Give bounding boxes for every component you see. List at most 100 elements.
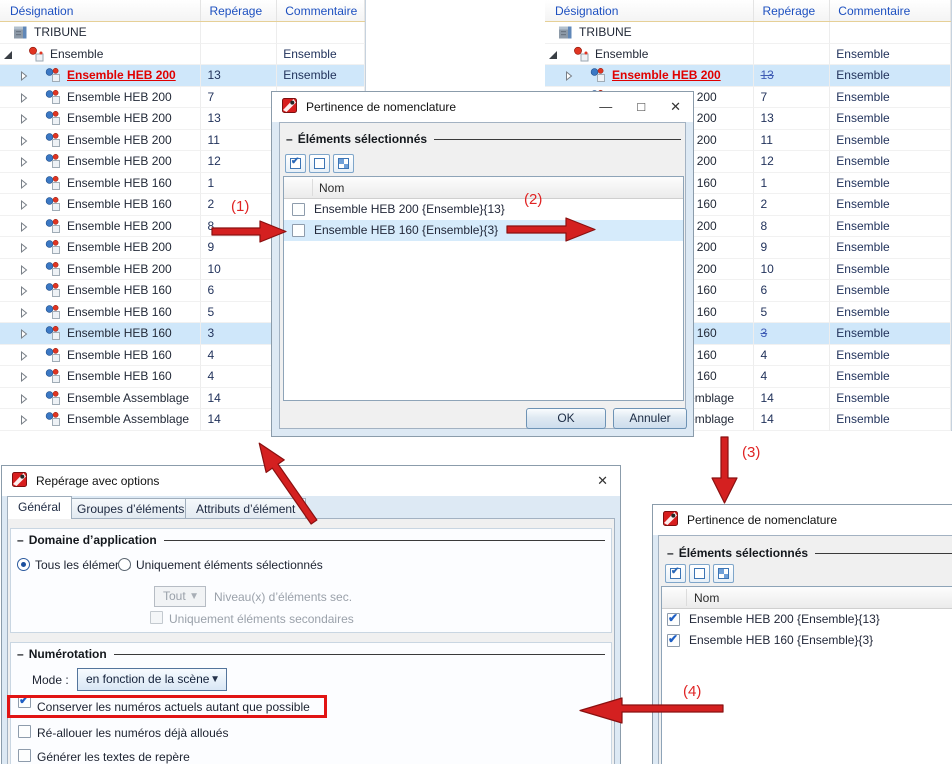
commentaire-value: Ensemble: [836, 347, 890, 362]
expand-icon[interactable]: [20, 285, 28, 300]
column-header[interactable]: Désignation: [545, 0, 755, 21]
radio-tous-les-elements[interactable]: [17, 558, 30, 571]
check-all-button[interactable]: [665, 564, 686, 583]
designation-label: Ensemble: [595, 46, 649, 61]
designation-label: Ensemble HEB 160: [67, 326, 172, 340]
reperage-value: 10: [760, 261, 774, 276]
expand-icon[interactable]: [20, 242, 28, 257]
collapse-icon[interactable]: [3, 49, 13, 63]
ensemble-icon: [45, 282, 62, 301]
table-row[interactable]: TRIBUNE: [545, 22, 951, 44]
tab-groupes-elements[interactable]: Groupes d’éléments: [66, 498, 196, 518]
dialog-titlebar[interactable]: Pertinence de nomenclature: [653, 505, 952, 535]
item-checkbox[interactable]: [292, 224, 305, 237]
reperage-value: 5: [207, 304, 215, 319]
list-item[interactable]: Ensemble HEB 160 {Ensemble}{3}: [662, 630, 952, 651]
minimize-icon[interactable]: —: [599, 99, 612, 115]
reperage-value: 3: [207, 326, 215, 340]
group-numerotation: – Numérotation Mode : en fonction de la …: [7, 642, 612, 764]
reperage-value: 7: [207, 89, 215, 104]
expand-icon[interactable]: [20, 113, 28, 128]
item-checkbox[interactable]: [667, 632, 680, 647]
column-header[interactable]: Commentaire: [830, 0, 951, 21]
checkbox-generer-textes[interactable]: [18, 749, 31, 762]
tree-header: Désignation Repérage Commentaire: [0, 0, 365, 22]
uncheck-all-button[interactable]: [309, 154, 330, 173]
dialog-titlebar[interactable]: Pertinence de nomenclature — □ ✕: [272, 92, 693, 122]
uncheck-all-button[interactable]: [689, 564, 710, 583]
item-checkbox[interactable]: [667, 611, 680, 626]
radio-uniquement-selectionnes[interactable]: [118, 558, 131, 571]
column-header[interactable]: Désignation: [0, 0, 202, 21]
tab-attributs-element[interactable]: Attributs d’élément: [185, 498, 307, 518]
checkbox-label: Générer les textes de repère: [37, 750, 190, 764]
table-row[interactable]: Ensemble HEB 200 13 Ensemble: [0, 65, 366, 87]
reperage-value: 13: [760, 111, 774, 125]
screenshot-canvas: Désignation Repérage Commentaire TRIBUNE Ens…: [0, 0, 952, 764]
invert-selection-button[interactable]: [333, 154, 354, 173]
expand-icon[interactable]: [20, 350, 28, 365]
table-row[interactable]: Ensemble Ensemble: [0, 43, 366, 65]
expand-icon[interactable]: [20, 264, 28, 279]
reperage-value: 12: [760, 154, 774, 168]
collapse-icon[interactable]: [548, 49, 558, 63]
commentaire-value: Ensemble: [836, 89, 890, 104]
expand-icon[interactable]: [20, 156, 28, 171]
list-header[interactable]: Nom: [662, 587, 952, 609]
commentaire-value: Ensemble: [836, 304, 890, 319]
checkbox-reallouer-numeros[interactable]: [18, 725, 31, 738]
commentaire-value: Ensemble: [283, 68, 337, 82]
column-header[interactable]: Repérage: [754, 0, 831, 21]
dialog-titlebar[interactable]: Repérage avec options ✕: [2, 466, 620, 496]
column-header[interactable]: Commentaire: [277, 0, 365, 21]
ok-button[interactable]: OK: [526, 408, 606, 429]
list-item[interactable]: Ensemble HEB 200 {Ensemble}{13}: [662, 609, 952, 630]
list-item[interactable]: Ensemble HEB 200 {Ensemble}{13}: [284, 199, 683, 220]
expand-icon[interactable]: [20, 70, 28, 85]
ensemble-root-icon: [573, 46, 590, 65]
close-icon[interactable]: ✕: [597, 473, 608, 489]
item-checkbox[interactable]: [292, 203, 305, 216]
expand-icon[interactable]: [20, 328, 28, 343]
expand-icon[interactable]: [20, 178, 28, 193]
ensemble-icon: [45, 411, 62, 430]
check-all-button[interactable]: [285, 154, 306, 173]
maximize-icon[interactable]: □: [637, 99, 645, 115]
expand-icon[interactable]: [20, 414, 28, 429]
cancel-button[interactable]: Annuler: [613, 408, 687, 429]
column-header[interactable]: Repérage: [201, 0, 278, 21]
annotation-label-2: (2): [524, 191, 543, 208]
designation-link[interactable]: Ensemble HEB 200: [612, 65, 721, 86]
group-title: Éléments sélectionnés: [297, 132, 428, 146]
table-row[interactable]: Ensemble HEB 200 13 Ensemble: [545, 65, 951, 87]
designation-label: Ensemble HEB 160: [67, 283, 172, 297]
expand-icon[interactable]: [20, 135, 28, 150]
designation-label: Ensemble HEB 200: [67, 261, 172, 276]
expand-icon[interactable]: [20, 307, 28, 322]
invert-selection-button[interactable]: [713, 564, 734, 583]
dialog-title: Repérage avec options: [36, 474, 160, 488]
item-label: Ensemble HEB 160 {Ensemble}{3}: [314, 223, 499, 237]
tab-general[interactable]: Général: [7, 496, 72, 519]
expand-icon[interactable]: [20, 371, 28, 386]
ensemble-icon: [45, 368, 62, 387]
table-row[interactable]: TRIBUNE: [0, 22, 366, 44]
designation-label: Ensemble HEB 200: [67, 111, 172, 125]
reperage-value: 4: [760, 369, 768, 383]
expand-icon[interactable]: [565, 70, 573, 85]
expand-icon[interactable]: [20, 199, 28, 214]
mode-combo[interactable]: en fonction de la scène ▼: [77, 668, 227, 691]
ensemble-icon: [45, 304, 62, 323]
close-icon[interactable]: ✕: [670, 99, 681, 115]
expand-icon[interactable]: [20, 393, 28, 408]
table-row[interactable]: Ensemble Ensemble: [545, 43, 951, 65]
radio-label: Uniquement éléments sélectionnés: [136, 558, 323, 572]
designation-link[interactable]: Ensemble HEB 200: [67, 65, 176, 86]
expand-icon[interactable]: [20, 221, 28, 236]
commentaire-value: Ensemble: [836, 68, 890, 82]
list-header[interactable]: Nom: [284, 177, 683, 199]
reperage-value: 1: [207, 175, 215, 190]
ensemble-icon: [45, 390, 62, 409]
expand-icon[interactable]: [20, 92, 28, 107]
list-item[interactable]: Ensemble HEB 160 {Ensemble}{3}: [284, 220, 683, 241]
